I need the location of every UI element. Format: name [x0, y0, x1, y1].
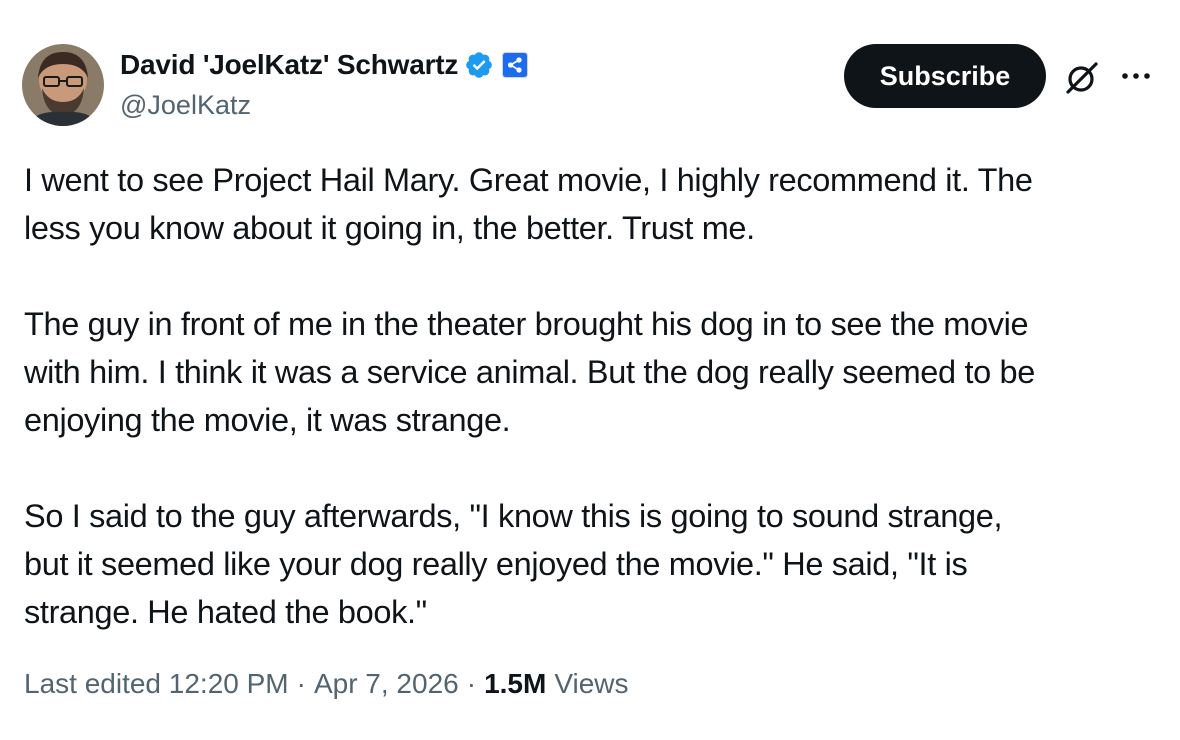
author-handle[interactable]: @JoelKatz — [120, 90, 528, 121]
tweet-text: I went to see Project Hail Mary. Great m… — [24, 156, 1158, 636]
tweet-line: strange. He hated the book." — [24, 594, 427, 630]
verified-badge-icon[interactable] — [464, 50, 494, 80]
tweet-line: with him. I think it was a service anima… — [24, 354, 1035, 390]
more-icon[interactable] — [1116, 62, 1156, 92]
views-label: Views — [554, 668, 629, 699]
grok-icon[interactable] — [1062, 58, 1102, 98]
author-name[interactable]: David 'JoelKatz' Schwartz — [120, 49, 458, 81]
tweet-line: I went to see Project Hail Mary. Great m… — [24, 162, 1033, 198]
tweet-line: but it seemed like your dog really enjoy… — [24, 546, 968, 582]
avatar[interactable] — [22, 44, 104, 126]
author-block: David 'JoelKatz' Schwartz @JoelKatz — [120, 46, 529, 121]
views-count[interactable]: 1.5M — [484, 668, 546, 700]
avatar-photo — [22, 44, 104, 126]
affiliate-logo-icon[interactable] — [502, 52, 529, 78]
tweet-date[interactable]: Apr 7, 2026 — [314, 668, 459, 700]
tweet-line: The guy in front of me in the theater br… — [24, 306, 1029, 342]
tweet-line: So I said to the guy afterwards, "I know… — [24, 498, 1003, 534]
last-edited-link[interactable]: Last edited 12:20 PM — [24, 668, 289, 700]
tweet-meta: Last edited 12:20 PM · Apr 7, 2026 · 1.5… — [24, 668, 629, 700]
tweet-line: less you know about it going in, the bet… — [24, 210, 755, 246]
tweet-line: enjoying the movie, it was strange. — [24, 402, 511, 438]
name-row: David 'JoelKatz' Schwartz — [120, 46, 529, 84]
tweet-paragraph: So I said to the guy afterwards, "I know… — [24, 492, 1158, 636]
subscribe-button[interactable]: Subscribe — [844, 44, 1046, 108]
tweet-paragraph: I went to see Project Hail Mary. Great m… — [24, 156, 1158, 252]
meta-separator: · — [296, 668, 306, 699]
meta-separator: · — [466, 668, 477, 699]
tweet-paragraph: The guy in front of me in the theater br… — [24, 300, 1158, 444]
